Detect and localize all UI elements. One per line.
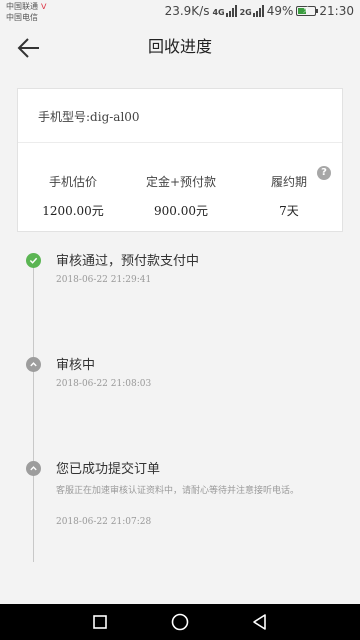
phone-info-card: 手机型号:dig-al00 手机估价 1200.00元 定金+预付款 900.0…: [17, 88, 343, 232]
recent-apps-icon: [93, 615, 107, 629]
stat-value: 900.00元: [154, 204, 208, 218]
page-title: 回收进度: [147, 37, 212, 56]
timeline-title: 审核通过，预付款支付中: [56, 254, 200, 269]
signal-4g-icon: 4G: [212, 5, 237, 17]
phone-model: 手机型号:dig-al00: [18, 89, 342, 143]
recent-apps-button[interactable]: [88, 610, 112, 634]
chevron-up-icon: [26, 357, 41, 372]
home-icon: [171, 613, 189, 631]
timeline-time: 2018-06-22 21:08:03: [56, 379, 152, 389]
chevron-up-icon: [26, 461, 41, 476]
timeline-line: [33, 260, 34, 562]
timeline-time: 2018-06-22 21:29:41: [56, 275, 152, 285]
stat-label: 手机估价: [48, 175, 97, 189]
notification-icon: ᐯ: [41, 2, 47, 11]
battery-percent: 49%: [266, 4, 294, 18]
status-bar: 中国联通 ᐯ 中国电信 23.9K/s 4G 2G 49% ⚡ 21:30: [0, 0, 360, 24]
price-summary: 手机估价 1200.00元 定金+预付款 900.00元 履约期 7天 ?: [18, 143, 342, 231]
carrier-info: 中国联通 ᐯ 中国电信: [6, 1, 46, 23]
clock: 21:30: [319, 4, 354, 18]
signal-2g-icon: 2G: [240, 5, 264, 17]
system-nav-bar: [0, 604, 360, 640]
system-back-button[interactable]: [248, 610, 272, 634]
check-icon: [26, 253, 41, 268]
timeline-time: 2018-06-22 21:07:28: [56, 517, 152, 527]
network-speed: 23.9K/s: [164, 4, 210, 18]
stat-value: 1200.00元: [42, 204, 104, 218]
carrier-1-label: 中国联通: [6, 2, 38, 11]
stat-value: 7天: [279, 204, 299, 218]
timeline-title: 您已成功提交订单: [56, 462, 161, 477]
timeline-title: 审核中: [56, 358, 96, 373]
status-indicators: 23.9K/s 4G 2G 49% ⚡ 21:30: [165, 4, 354, 18]
home-button[interactable]: [168, 610, 192, 634]
back-icon: [253, 614, 266, 630]
stat-label: 定金+预付款: [145, 175, 217, 189]
app-header: 回收进度: [0, 24, 360, 72]
battery-icon: ⚡: [296, 5, 319, 16]
help-icon[interactable]: ?: [317, 166, 331, 180]
carrier-2-label: 中国电信: [6, 13, 38, 22]
timeline-description: 客服正在加速审核认证资料中，请耐心等待并注意接听电话。: [56, 486, 300, 496]
